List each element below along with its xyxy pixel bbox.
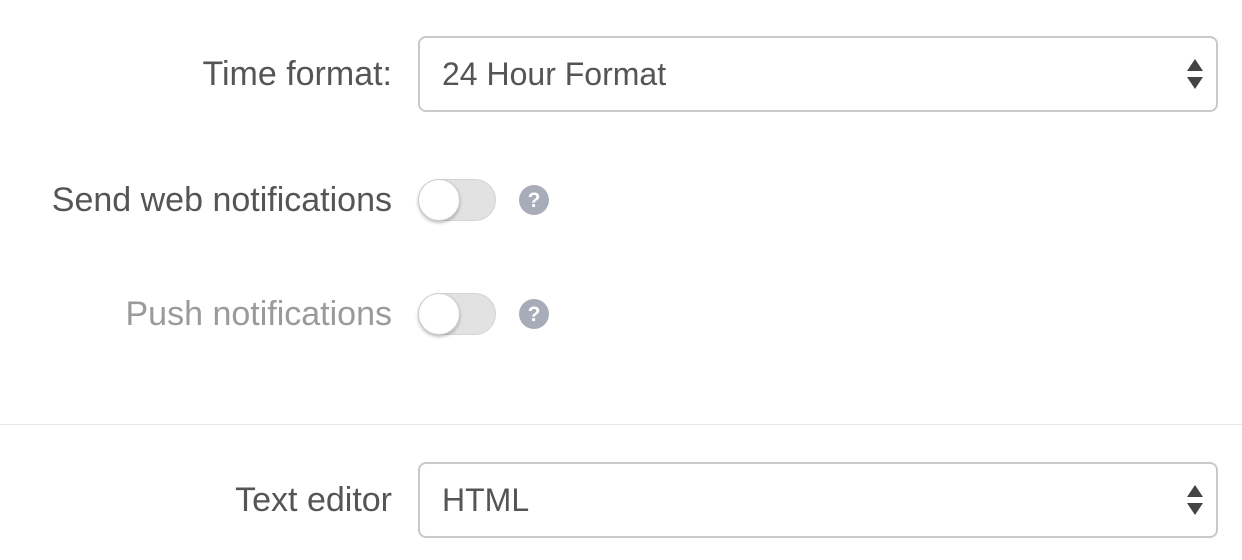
push-notifications-label: Push notifications (125, 294, 393, 333)
text-editor-control: HTML (418, 462, 1218, 538)
help-icon[interactable]: ? (518, 298, 550, 330)
select-arrows-icon (1187, 485, 1203, 515)
text-editor-value: HTML (442, 481, 530, 518)
web-notifications-row: Send web notifications ? (0, 179, 1242, 221)
text-editor-label: Text editor (235, 480, 392, 519)
push-notifications-row: Push notifications ? (0, 293, 1242, 335)
settings-panel: Time format: 24 Hour Format Send web not… (0, 0, 1242, 560)
toggle-knob (418, 179, 460, 221)
help-icon[interactable]: ? (518, 184, 550, 216)
time-format-control: 24 Hour Format (418, 36, 1218, 112)
section-divider (0, 424, 1242, 425)
svg-text:?: ? (528, 189, 541, 212)
svg-text:?: ? (528, 303, 541, 326)
web-notifications-toggle[interactable] (418, 179, 496, 221)
select-arrows-icon (1187, 59, 1203, 89)
toggle-knob (418, 293, 460, 335)
text-editor-row: Text editor HTML (0, 462, 1242, 538)
web-notifications-label: Send web notifications (51, 180, 392, 219)
time-format-value: 24 Hour Format (442, 55, 667, 92)
text-editor-select[interactable]: HTML (418, 462, 1218, 538)
web-notifications-control: ? (418, 179, 550, 221)
push-notifications-control: ? (418, 293, 550, 335)
push-notifications-toggle[interactable] (418, 293, 496, 335)
time-format-label: Time format: (202, 54, 392, 93)
time-format-row: Time format: 24 Hour Format (0, 36, 1242, 112)
time-format-select[interactable]: 24 Hour Format (418, 36, 1218, 112)
